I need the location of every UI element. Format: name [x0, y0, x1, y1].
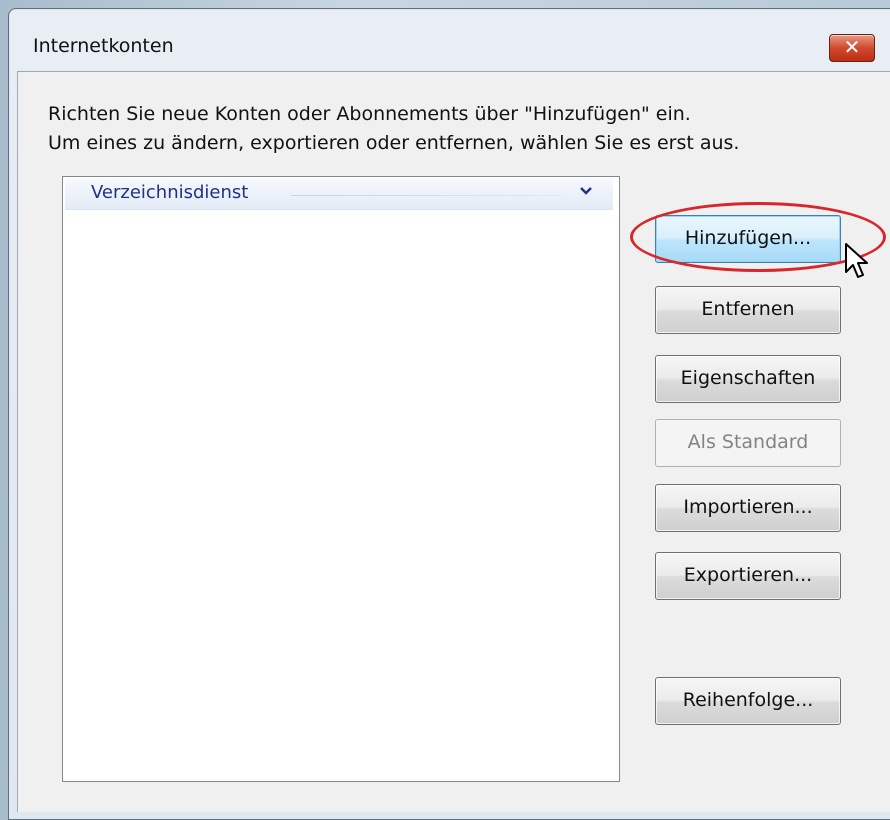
group-label: Verzeichnisdienst — [91, 182, 249, 203]
chevron-down-icon[interactable] — [578, 183, 594, 203]
cursor-svg — [845, 243, 868, 278]
mouse-pointer-icon — [844, 242, 870, 286]
properties-button[interactable]: Eigenschaften — [655, 355, 841, 403]
instructions-line-1: Richten Sie neue Konten oder Abonnements… — [48, 103, 691, 125]
order-button[interactable]: Reihenfolge... — [655, 677, 841, 725]
export-button[interactable]: Exportieren... — [655, 552, 841, 600]
import-button[interactable]: Importieren... — [655, 484, 841, 532]
chevron-down-icon-svg — [580, 187, 592, 195]
group-header-verzeichnisdienst[interactable]: Verzeichnisdienst — [65, 179, 613, 210]
set-default-button[interactable]: Als Standard — [655, 419, 841, 467]
dialog-content: Richten Sie neue Konten oder Abonnements… — [17, 71, 890, 812]
instructions-text: Richten Sie neue Konten oder Abonnements… — [48, 100, 739, 158]
close-button[interactable]: ✕ — [829, 34, 875, 62]
close-icon: ✕ — [843, 35, 861, 59]
instructions-line-2: Um eines zu ändern, exportieren oder ent… — [48, 132, 740, 154]
dialog-window: Internetkonten ✕ Richten Sie neue Konten… — [8, 8, 890, 820]
window-title: Internetkonten — [33, 35, 174, 57]
remove-button[interactable]: Entfernen — [655, 286, 841, 334]
group-divider — [291, 195, 561, 196]
accounts-list[interactable]: Verzeichnisdienst — [62, 176, 620, 782]
title-bar[interactable]: Internetkonten ✕ — [9, 9, 890, 71]
